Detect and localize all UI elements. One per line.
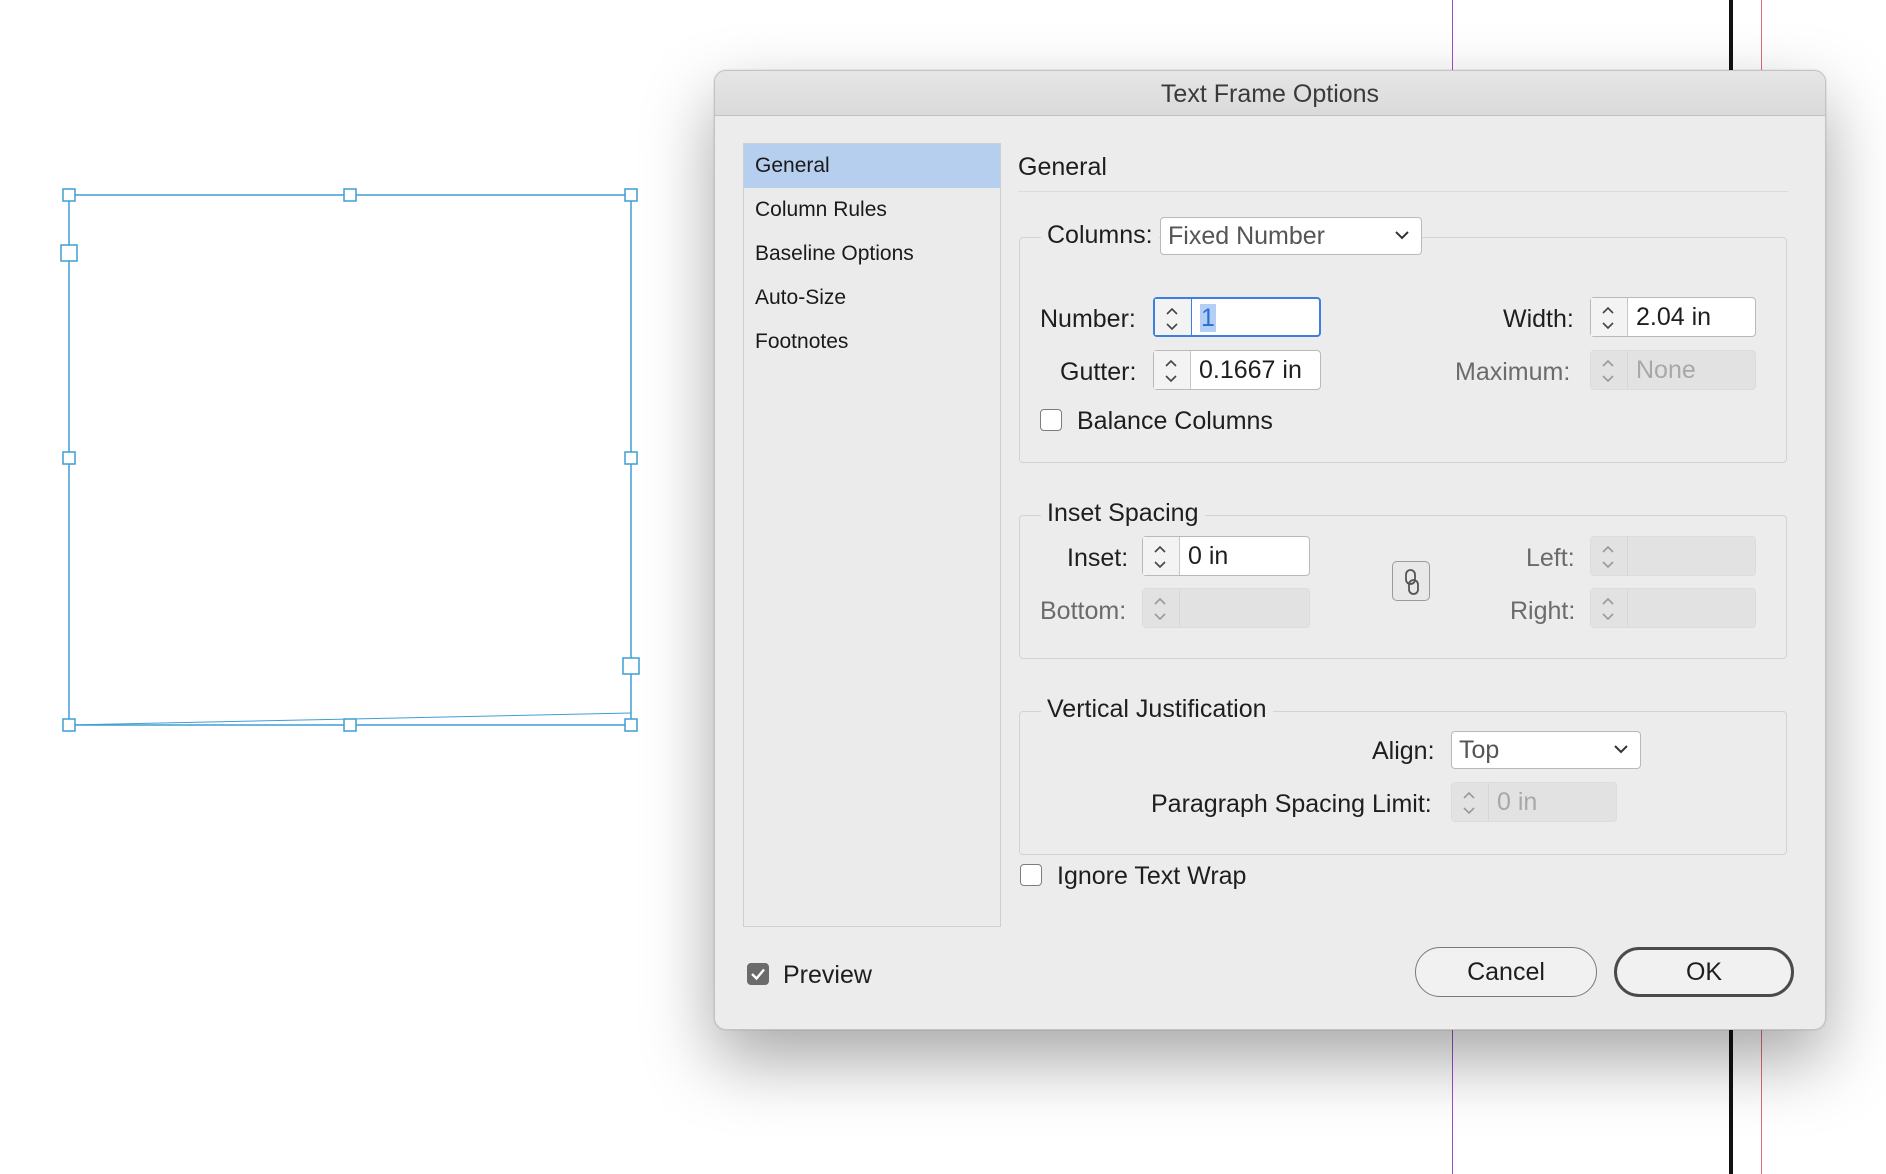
- align-label: Align:: [1372, 737, 1435, 765]
- columns-mode-value: Fixed Number: [1168, 222, 1325, 250]
- sidebar-item-general[interactable]: General: [744, 144, 1000, 188]
- right-stepper-arrows: [1591, 589, 1628, 627]
- stepper-arrows-icon: [1602, 306, 1614, 330]
- sidebar-item-auto-size[interactable]: Auto-Size: [744, 276, 1000, 320]
- columns-label: Columns:: [1041, 221, 1159, 250]
- bottom-stepper: [1142, 588, 1310, 628]
- gutter-stepper-arrows[interactable]: [1154, 351, 1191, 389]
- left-stepper-arrows: [1591, 537, 1628, 575]
- number-stepper[interactable]: 1: [1153, 297, 1321, 337]
- bottom-input: [1180, 589, 1309, 627]
- handle-middle-left[interactable]: [62, 451, 76, 465]
- stepper-arrows-icon: [1602, 597, 1614, 621]
- in-port-icon[interactable]: [60, 244, 78, 262]
- stepper-arrows-icon: [1154, 545, 1166, 569]
- handle-top-right[interactable]: [624, 188, 638, 202]
- category-list: General Column Rules Baseline Options Au…: [743, 143, 1001, 927]
- inset-stepper[interactable]: 0 in: [1142, 536, 1310, 576]
- maximum-input: None: [1636, 356, 1696, 384]
- section-title: General: [1018, 153, 1107, 181]
- inset-stepper-arrows[interactable]: [1143, 537, 1180, 575]
- stepper-arrows-icon: [1463, 791, 1475, 815]
- sidebar-item-baseline-options[interactable]: Baseline Options: [744, 232, 1000, 276]
- ignore-text-wrap-label: Ignore Text Wrap: [1057, 862, 1247, 890]
- sidebar-item-footnotes[interactable]: Footnotes: [744, 320, 1000, 364]
- number-input[interactable]: 1: [1192, 299, 1319, 335]
- text-frame[interactable]: [0, 0, 700, 760]
- bottom-stepper-arrows: [1143, 589, 1180, 627]
- paragraph-spacing-stepper-arrows: [1452, 783, 1489, 821]
- vertical-justification-group: [1019, 711, 1787, 855]
- sidebar-item-column-rules[interactable]: Column Rules: [744, 188, 1000, 232]
- paragraph-spacing-limit-input: 0 in: [1497, 788, 1538, 816]
- stepper-arrows-icon: [1602, 545, 1614, 569]
- chevron-down-icon: [1395, 231, 1409, 240]
- handle-bottom-left[interactable]: [62, 718, 76, 732]
- stepper-arrows-icon: [1165, 359, 1177, 383]
- preview-checkbox[interactable]: [747, 963, 769, 985]
- paragraph-spacing-limit-label: Paragraph Spacing Limit:: [1151, 790, 1432, 818]
- vertical-justification-title: Vertical Justification: [1041, 695, 1273, 724]
- inset-input[interactable]: 0 in: [1180, 537, 1309, 575]
- handle-top-left[interactable]: [62, 188, 76, 202]
- number-label: Number:: [1040, 305, 1136, 333]
- left-input: [1628, 537, 1755, 575]
- width-stepper[interactable]: 2.04 in: [1590, 297, 1756, 337]
- section-divider: [1018, 191, 1788, 192]
- balance-columns-label: Balance Columns: [1077, 407, 1273, 435]
- handle-middle-right[interactable]: [624, 451, 638, 465]
- columns-mode-dropdown[interactable]: Fixed Number: [1160, 217, 1422, 255]
- gutter-label: Gutter:: [1060, 358, 1137, 386]
- bottom-label: Bottom:: [1040, 597, 1127, 625]
- inset-label: Inset:: [1067, 544, 1129, 572]
- number-stepper-arrows[interactable]: [1155, 299, 1192, 335]
- inset-spacing-title: Inset Spacing: [1041, 499, 1205, 528]
- left-stepper: [1590, 536, 1756, 576]
- ignore-text-wrap-checkbox[interactable]: [1020, 864, 1042, 886]
- balance-columns-checkbox[interactable]: [1040, 409, 1062, 431]
- handle-bottom-right[interactable]: [624, 718, 638, 732]
- stepper-arrows-icon: [1166, 307, 1178, 331]
- align-dropdown[interactable]: Top: [1451, 731, 1641, 769]
- maximum-stepper-arrows: [1591, 351, 1628, 389]
- right-label: Right:: [1510, 597, 1576, 625]
- left-label: Left:: [1526, 544, 1575, 572]
- text-frame-options-dialog: Text Frame Options General Column Rules …: [714, 70, 1826, 1030]
- right-input: [1628, 589, 1755, 627]
- maximum-stepper: None: [1590, 350, 1756, 390]
- stepper-arrows-icon: [1154, 597, 1166, 621]
- width-input[interactable]: 2.04 in: [1628, 298, 1755, 336]
- width-label: Width:: [1503, 305, 1574, 333]
- chevron-down-icon: [1614, 745, 1628, 754]
- paragraph-spacing-limit-stepper: 0 in: [1451, 782, 1617, 822]
- preview-label: Preview: [783, 961, 872, 989]
- right-stepper: [1590, 588, 1756, 628]
- handle-top-center[interactable]: [343, 188, 357, 202]
- chain-link-icon[interactable]: [1392, 561, 1430, 601]
- width-stepper-arrows[interactable]: [1591, 298, 1628, 336]
- out-port-icon[interactable]: [622, 657, 640, 675]
- ok-button[interactable]: OK: [1614, 947, 1794, 997]
- stepper-arrows-icon: [1602, 359, 1614, 383]
- cancel-button[interactable]: Cancel: [1415, 947, 1597, 997]
- maximum-label: Maximum:: [1455, 358, 1571, 386]
- align-value: Top: [1459, 736, 1500, 764]
- dialog-title: Text Frame Options: [715, 71, 1825, 116]
- link-glyph: [1405, 569, 1419, 595]
- gutter-input[interactable]: 0.1667 in: [1191, 351, 1320, 389]
- checkmark-icon: [751, 968, 765, 981]
- gutter-stepper[interactable]: 0.1667 in: [1153, 350, 1321, 390]
- handle-bottom-center[interactable]: [343, 718, 357, 732]
